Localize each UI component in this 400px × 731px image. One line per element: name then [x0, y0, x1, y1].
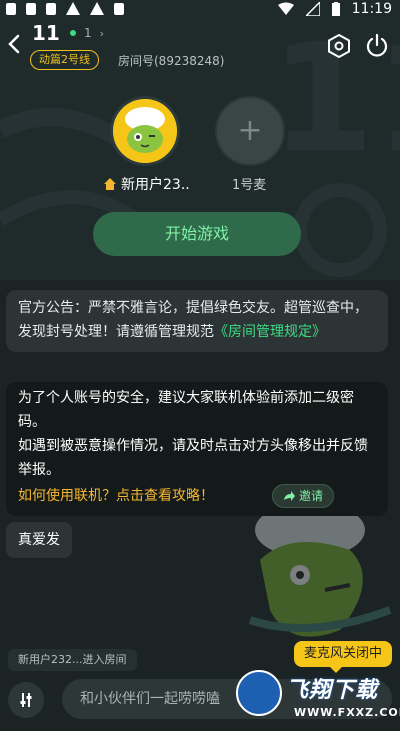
- seat-1-name: 新用户23..: [103, 174, 190, 194]
- announcement-message: 官方公告：严禁不雅言论，提倡绿色交友。超管巡查中，发现封号处理！请遵循管理规范《…: [6, 290, 388, 352]
- chevron-right-icon: ›: [99, 26, 105, 40]
- warning-icon: [66, 2, 80, 15]
- start-game-button[interactable]: 开始游戏: [93, 212, 301, 256]
- tips-line-1: 为了个人账号的安全，建议大家联机体验前添加二级密码。: [18, 390, 354, 430]
- seat-1-name-text: 新用户23..: [121, 177, 190, 193]
- plus-icon: +: [237, 113, 263, 148]
- room-owner-home-icon: [104, 178, 116, 190]
- notification-icon: [26, 2, 36, 15]
- room-id: 房间号(89238248): [118, 54, 225, 68]
- status-time: 11:19: [351, 1, 392, 17]
- app-notification-icon: [114, 2, 124, 15]
- chat-message: 真爱发: [6, 522, 72, 558]
- online-count[interactable]: 1 ›: [70, 26, 104, 40]
- seat-2-label: 1号麦: [232, 178, 267, 193]
- tips-line-2: 如遇到被恶意操作情况，请及时点击对方头像移出并反馈举报。: [18, 438, 368, 478]
- share-icon: [283, 491, 295, 501]
- watermark-url: WWW.FXXZ.COM: [294, 706, 400, 719]
- voice-settings-button[interactable]: [8, 682, 44, 718]
- mode-badge: 动篇2号线: [30, 50, 99, 70]
- room-rules-link[interactable]: 《房间管理规定》: [214, 324, 326, 340]
- room-number: 11: [32, 21, 60, 45]
- notification-icon: [6, 2, 16, 15]
- online-dot-icon: [70, 30, 76, 36]
- online-count-value: 1: [84, 26, 92, 40]
- system-message: 新用户232...进入房间: [8, 649, 137, 671]
- status-bar: 11:19: [0, 0, 400, 18]
- warning-icon: [90, 2, 104, 15]
- back-arrow-icon[interactable]: [4, 33, 26, 55]
- invite-button[interactable]: 邀请: [271, 484, 334, 508]
- power-icon[interactable]: [364, 33, 390, 59]
- wifi-icon: [277, 2, 294, 15]
- invite-label: 邀请: [298, 489, 323, 503]
- seat-2-empty[interactable]: +: [215, 96, 285, 166]
- battery-icon: [331, 2, 340, 16]
- sliders-icon: [20, 693, 32, 707]
- seat-1-avatar[interactable]: [110, 96, 180, 166]
- watermark-bird-icon: [236, 670, 282, 716]
- avatar-mascot-icon: [113, 99, 177, 163]
- notification-icon: [46, 2, 56, 15]
- tips-message: 为了个人账号的安全，建议大家联机体验前添加二级密码。 如遇到被恶意操作情况，请及…: [6, 382, 388, 516]
- watermark-brand: 飞翔下载: [286, 678, 379, 703]
- mic-off-tooltip: 麦克风关闭中: [294, 641, 393, 673]
- watermark-logo: 飞翔下载 WWW.FXXZ.COM: [236, 668, 400, 726]
- signal-icon: [305, 2, 320, 16]
- guide-link[interactable]: 如何使用联机？点击查看攻略！: [18, 484, 214, 508]
- settings-hexagon-icon[interactable]: [326, 33, 352, 59]
